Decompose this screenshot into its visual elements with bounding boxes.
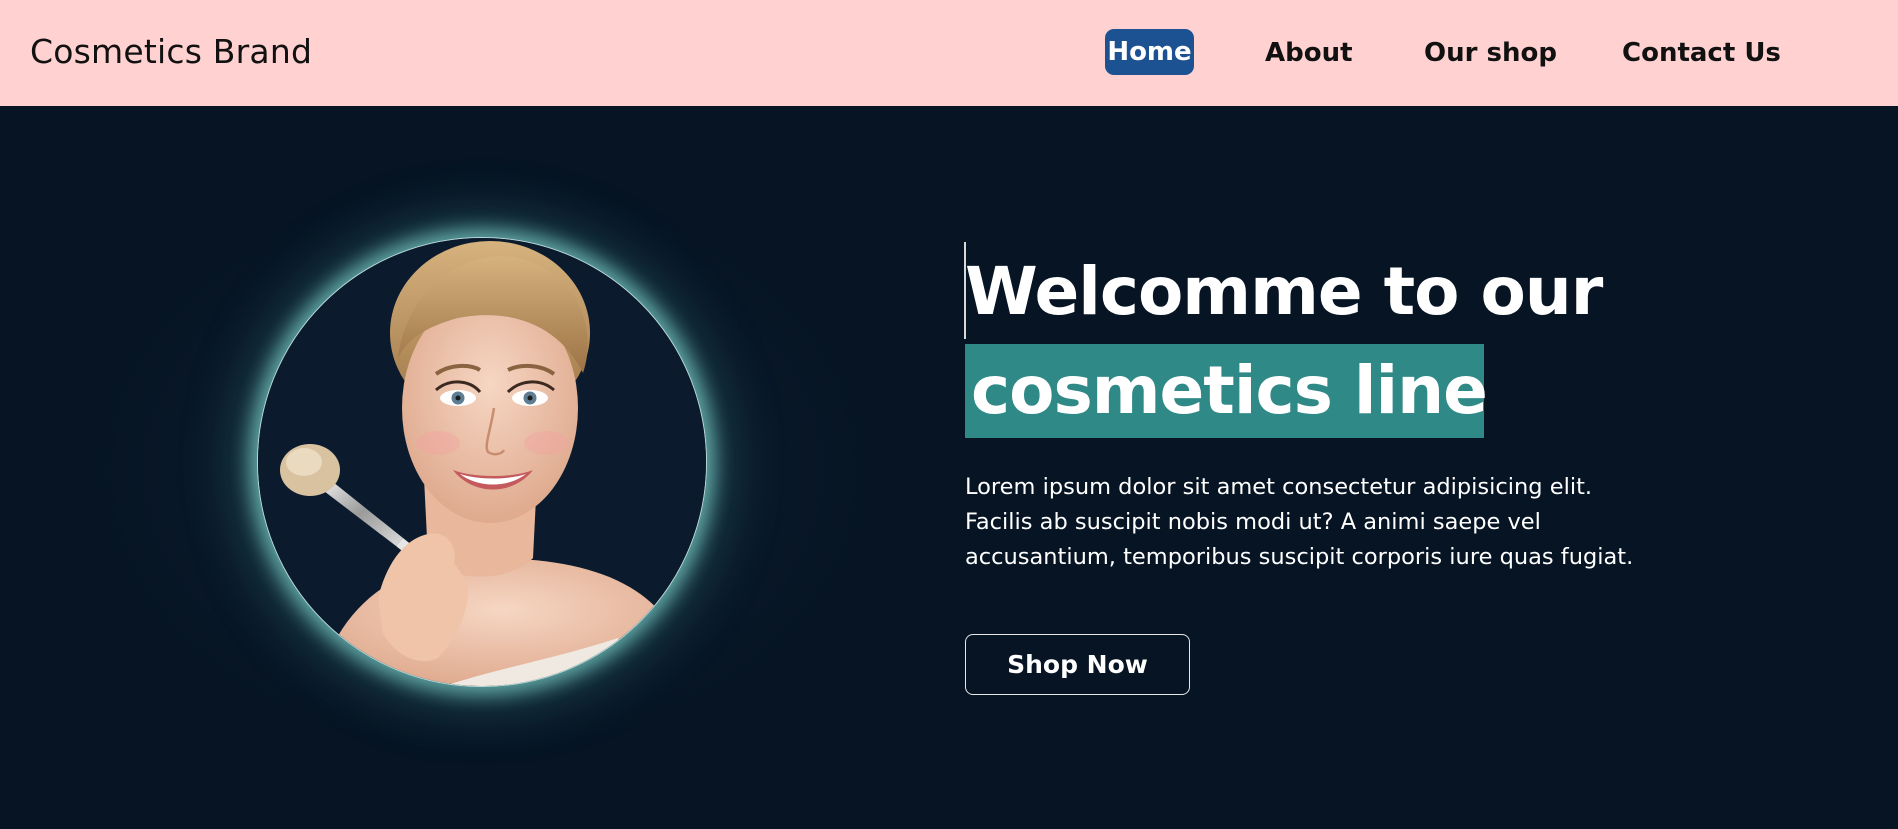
woman-with-brush-illustration bbox=[258, 238, 706, 686]
top-navbar: Cosmetics Brand Home About Our shop Cont… bbox=[0, 0, 1898, 106]
nav-home[interactable]: Home bbox=[1105, 29, 1194, 75]
hero-title-line-1: Welcomme to our bbox=[965, 253, 1603, 330]
nav-our-shop[interactable]: Our shop bbox=[1424, 32, 1557, 74]
nav-about[interactable]: About bbox=[1265, 32, 1353, 74]
hero-title-line-2: cosmetics line bbox=[971, 352, 1488, 429]
hero-section: Welcomme to our cosmetics line Lorem ips… bbox=[0, 106, 1898, 829]
shop-now-button[interactable]: Shop Now bbox=[965, 634, 1190, 695]
brand-logo-text[interactable]: Cosmetics Brand bbox=[30, 30, 312, 74]
nav-contact-us[interactable]: Contact Us bbox=[1622, 32, 1781, 74]
hero-description: Lorem ipsum dolor sit amet consectetur a… bbox=[965, 474, 1634, 570]
hero-portrait-image bbox=[257, 237, 707, 687]
